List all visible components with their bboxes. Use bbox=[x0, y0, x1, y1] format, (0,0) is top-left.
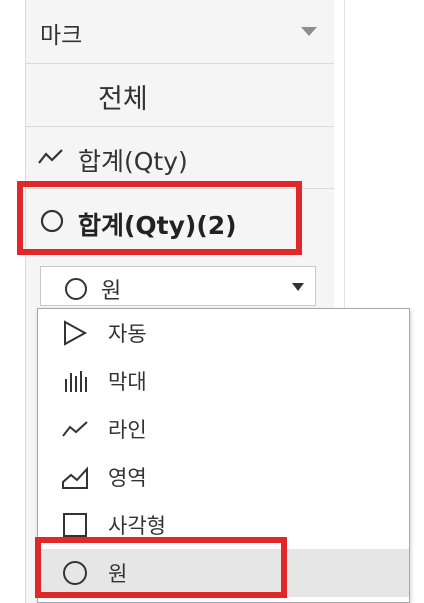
bar-icon bbox=[61, 367, 89, 399]
marks-card-title: 마크 bbox=[40, 23, 83, 49]
automatic-triangle-icon bbox=[61, 319, 89, 351]
line-icon bbox=[61, 415, 89, 447]
area-icon bbox=[61, 463, 89, 495]
caret-down-icon bbox=[292, 283, 304, 291]
circle-icon bbox=[63, 276, 89, 306]
menu-item-automatic[interactable]: 자동 bbox=[38, 309, 409, 357]
mark-type-dropdown-button[interactable] bbox=[281, 267, 315, 305]
mark-type-selected-value: 원 bbox=[101, 279, 122, 304]
menu-item-line[interactable]: 라인 bbox=[38, 405, 409, 453]
menu-item-bar[interactable]: 막대 bbox=[38, 357, 409, 405]
marks-tab-all[interactable]: 전체 bbox=[26, 64, 334, 127]
marks-card-header[interactable]: 마크 bbox=[26, 0, 334, 64]
highlight-box-circle-option bbox=[35, 537, 287, 598]
menu-item-label: 영역 bbox=[108, 466, 147, 490]
menu-item-label: 사각형 bbox=[108, 514, 166, 538]
menu-item-area[interactable]: 영역 bbox=[38, 453, 409, 501]
marks-tab-qty-line-label: 합계(Qty) bbox=[78, 147, 188, 176]
marks-tab-qty-line[interactable]: 합계(Qty) bbox=[26, 127, 334, 189]
highlight-box-qty-circle bbox=[17, 181, 302, 255]
chevron-down-icon[interactable] bbox=[301, 27, 317, 36]
mark-type-select[interactable]: 원 bbox=[40, 266, 316, 306]
menu-item-label: 라인 bbox=[108, 418, 147, 442]
marks-tab-all-label: 전체 bbox=[98, 84, 148, 115]
line-icon bbox=[37, 147, 65, 171]
menu-item-label: 자동 bbox=[108, 322, 147, 346]
menu-item-label: 막대 bbox=[108, 370, 147, 394]
